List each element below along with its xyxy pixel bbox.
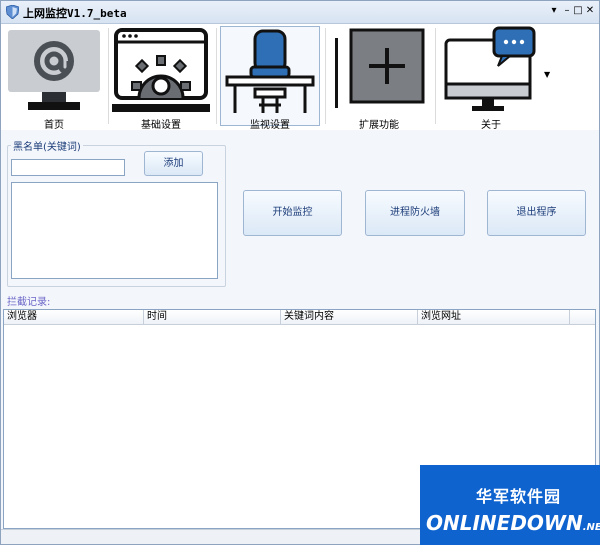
toolbar-monitor-settings-label: 监视设置 bbox=[250, 120, 290, 131]
plus-box-icon bbox=[335, 28, 425, 108]
column-header-url[interactable]: 浏览网址 bbox=[418, 310, 570, 324]
email-at-monitor-icon bbox=[8, 30, 100, 110]
exit-program-button[interactable]: 退出程序 bbox=[487, 190, 586, 236]
chat-monitor-icon bbox=[444, 26, 536, 111]
toolbar-about-label: 关于 bbox=[481, 120, 501, 131]
toolbar-divider bbox=[108, 28, 109, 124]
watermark-text-cn: 华军软件园 bbox=[476, 487, 562, 506]
toolbar-extensions-button[interactable]: 扩展功能 bbox=[331, 26, 427, 131]
toolbar-divider bbox=[325, 28, 326, 124]
table-header: 浏览器 时间 关键词内容 浏览网址 bbox=[4, 310, 595, 325]
watermark-brand: ONLINEDOWN bbox=[426, 511, 583, 535]
toolbar-extensions-label: 扩展功能 bbox=[359, 120, 399, 131]
column-header-time[interactable]: 时间 bbox=[144, 310, 281, 324]
keyword-input[interactable] bbox=[11, 159, 125, 176]
toolbar-basic-settings-label: 基础设置 bbox=[141, 120, 181, 131]
toolbar-basic-settings-button[interactable]: 基础设置 bbox=[112, 26, 210, 131]
watermark-suffix: .NET bbox=[582, 522, 600, 533]
chair-desk-icon bbox=[225, 29, 315, 113]
shield-icon bbox=[6, 5, 19, 19]
column-header-browser[interactable]: 浏览器 bbox=[4, 310, 144, 324]
toolbar-divider bbox=[216, 28, 217, 124]
main-window: 上网监控V1.7_beta ▾ – □ ✕ 首页 基础设置 监视设置 扩展功能 … bbox=[0, 0, 600, 545]
add-keyword-button[interactable]: 添加 bbox=[144, 151, 203, 176]
column-header-keyword[interactable]: 关键词内容 bbox=[281, 310, 418, 324]
toolbar: 首页 基础设置 监视设置 扩展功能 关于 ▼ bbox=[1, 24, 599, 131]
blacklist-group-label: 黑名单(关键词) bbox=[11, 138, 83, 153]
close-button[interactable]: ✕ bbox=[583, 4, 597, 18]
start-monitor-button[interactable]: 开始监控 bbox=[243, 190, 342, 236]
toolbar-home-button[interactable]: 首页 bbox=[6, 26, 102, 131]
process-firewall-button[interactable]: 进程防火墙 bbox=[365, 190, 465, 236]
title-bar: 上网监控V1.7_beta ▾ – □ ✕ bbox=[1, 1, 599, 24]
toolbar-monitor-settings-button[interactable]: 监视设置 bbox=[220, 26, 320, 131]
dropdown-arrow-icon[interactable]: ▼ bbox=[544, 70, 550, 79]
toolbar-divider bbox=[435, 28, 436, 124]
menu-dropdown-button[interactable]: ▾ bbox=[547, 4, 561, 18]
window-title: 上网监控V1.7_beta bbox=[23, 7, 127, 20]
keyword-list[interactable] bbox=[11, 182, 218, 279]
gear-browser-icon bbox=[112, 28, 210, 112]
intercept-log-label: 拦截记录: bbox=[7, 297, 51, 308]
toolbar-home-label: 首页 bbox=[44, 120, 64, 131]
toolbar-about-button[interactable]: 关于 bbox=[442, 26, 540, 131]
watermark-text-en: ONLINEDOWN.NET bbox=[426, 511, 600, 535]
site-watermark-logo: 华军软件园 ONLINEDOWN.NET bbox=[420, 465, 600, 545]
